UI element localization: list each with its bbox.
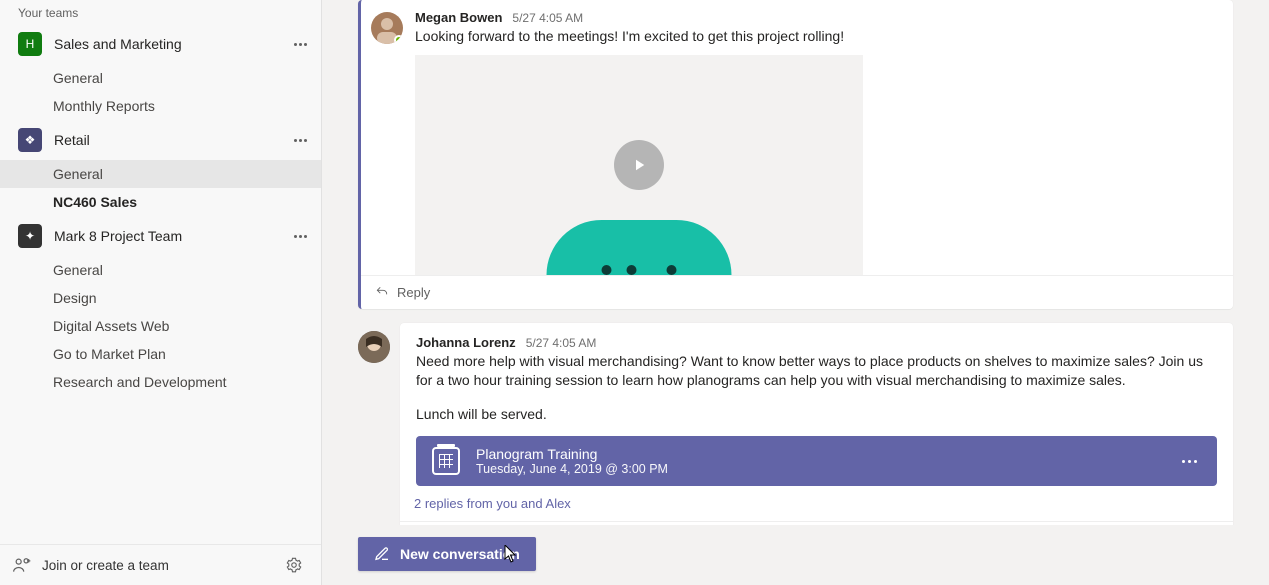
composer-area: New conversation: [322, 525, 1269, 585]
team-retail[interactable]: ❖ Retail: [0, 120, 321, 160]
join-create-link[interactable]: Join or create a team: [42, 558, 285, 573]
teams-sidebar: Your teams H Sales and Marketing General…: [0, 0, 322, 585]
your-teams-label: Your teams: [0, 0, 321, 24]
meeting-datetime: Tuesday, June 4, 2019 @ 3:00 PM: [476, 462, 1178, 476]
gear-icon[interactable]: [285, 556, 303, 574]
avatar: [371, 12, 403, 44]
meeting-title: Planogram Training: [476, 446, 1178, 462]
more-icon[interactable]: [1178, 456, 1201, 467]
conversation-pane: Megan Bowen 5/27 4:05 AM Looking forward…: [322, 0, 1269, 585]
post-card: Megan Bowen 5/27 4:05 AM Looking forward…: [358, 0, 1233, 309]
post-text: Lunch will be served.: [416, 405, 1217, 425]
meeting-card[interactable]: Planogram Training Tuesday, June 4, 2019…: [416, 436, 1217, 486]
avatar: [358, 331, 390, 363]
calendar-icon: [432, 447, 460, 475]
new-conversation-button[interactable]: New conversation: [358, 537, 536, 571]
reply-button[interactable]: Reply: [361, 275, 1233, 309]
sidebar-footer: Join or create a team: [0, 544, 321, 585]
post-text: Looking forward to the meetings! I'm exc…: [415, 27, 1223, 47]
channel-item[interactable]: General: [0, 256, 321, 284]
channel-item[interactable]: Go to Market Plan: [0, 340, 321, 368]
team-avatar: ❖: [18, 128, 42, 152]
post-author: Megan Bowen: [415, 10, 502, 25]
team-avatar: H: [18, 32, 42, 56]
team-avatar: ✦: [18, 224, 42, 248]
play-icon[interactable]: [614, 140, 664, 190]
channel-item[interactable]: General: [0, 160, 321, 188]
post-timestamp: 5/27 4:05 AM: [526, 336, 597, 350]
reply-icon: [375, 285, 389, 299]
post-text: Need more help with visual merchandising…: [416, 352, 1217, 391]
channel-item[interactable]: Research and Development: [0, 368, 321, 396]
channel-item[interactable]: NC460 Sales: [0, 188, 321, 216]
post-author: Johanna Lorenz: [416, 335, 516, 350]
team-mark8[interactable]: ✦ Mark 8 Project Team: [0, 216, 321, 256]
channel-item[interactable]: Monthly Reports: [0, 92, 321, 120]
team-sales-marketing[interactable]: H Sales and Marketing: [0, 24, 321, 64]
replies-link[interactable]: 2 replies from you and Alex: [400, 486, 1233, 521]
post-card: Johanna Lorenz 5/27 4:05 AM Need more he…: [400, 323, 1233, 525]
reply-label: Reply: [397, 285, 430, 300]
join-create-icon: [12, 555, 32, 575]
new-conversation-label: New conversation: [400, 546, 520, 562]
team-name-label: Mark 8 Project Team: [54, 228, 290, 244]
post-timestamp: 5/27 4:05 AM: [512, 11, 583, 25]
channel-item[interactable]: Digital Assets Web: [0, 312, 321, 340]
more-icon[interactable]: [290, 231, 311, 242]
video-attachment[interactable]: [415, 55, 863, 275]
team-name-label: Retail: [54, 132, 290, 148]
channel-item[interactable]: General: [0, 64, 321, 92]
compose-icon: [374, 546, 390, 562]
more-icon[interactable]: [290, 135, 311, 146]
channel-item[interactable]: Design: [0, 284, 321, 312]
team-name-label: Sales and Marketing: [54, 36, 290, 52]
more-icon[interactable]: [290, 39, 311, 50]
presence-available-icon: [394, 35, 403, 44]
